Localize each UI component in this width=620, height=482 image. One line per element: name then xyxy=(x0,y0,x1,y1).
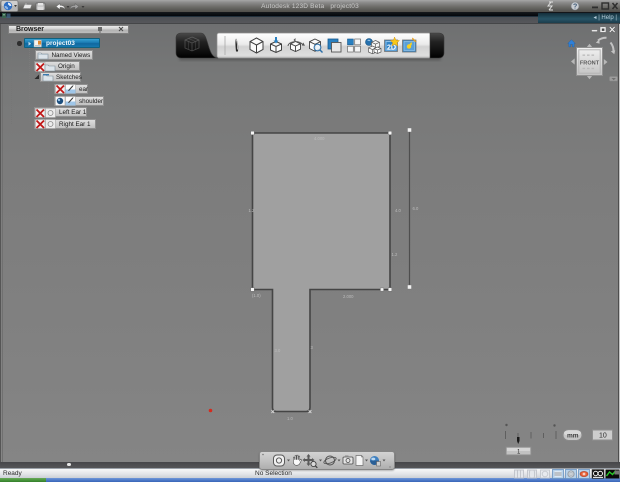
svg-text:?: ? xyxy=(573,4,577,11)
svg-text:10: 10 xyxy=(599,433,607,440)
svg-text:2D: 2D xyxy=(387,45,396,52)
svg-text:mm: mm xyxy=(567,433,579,440)
svg-text:FRONT: FRONT xyxy=(580,61,600,67)
